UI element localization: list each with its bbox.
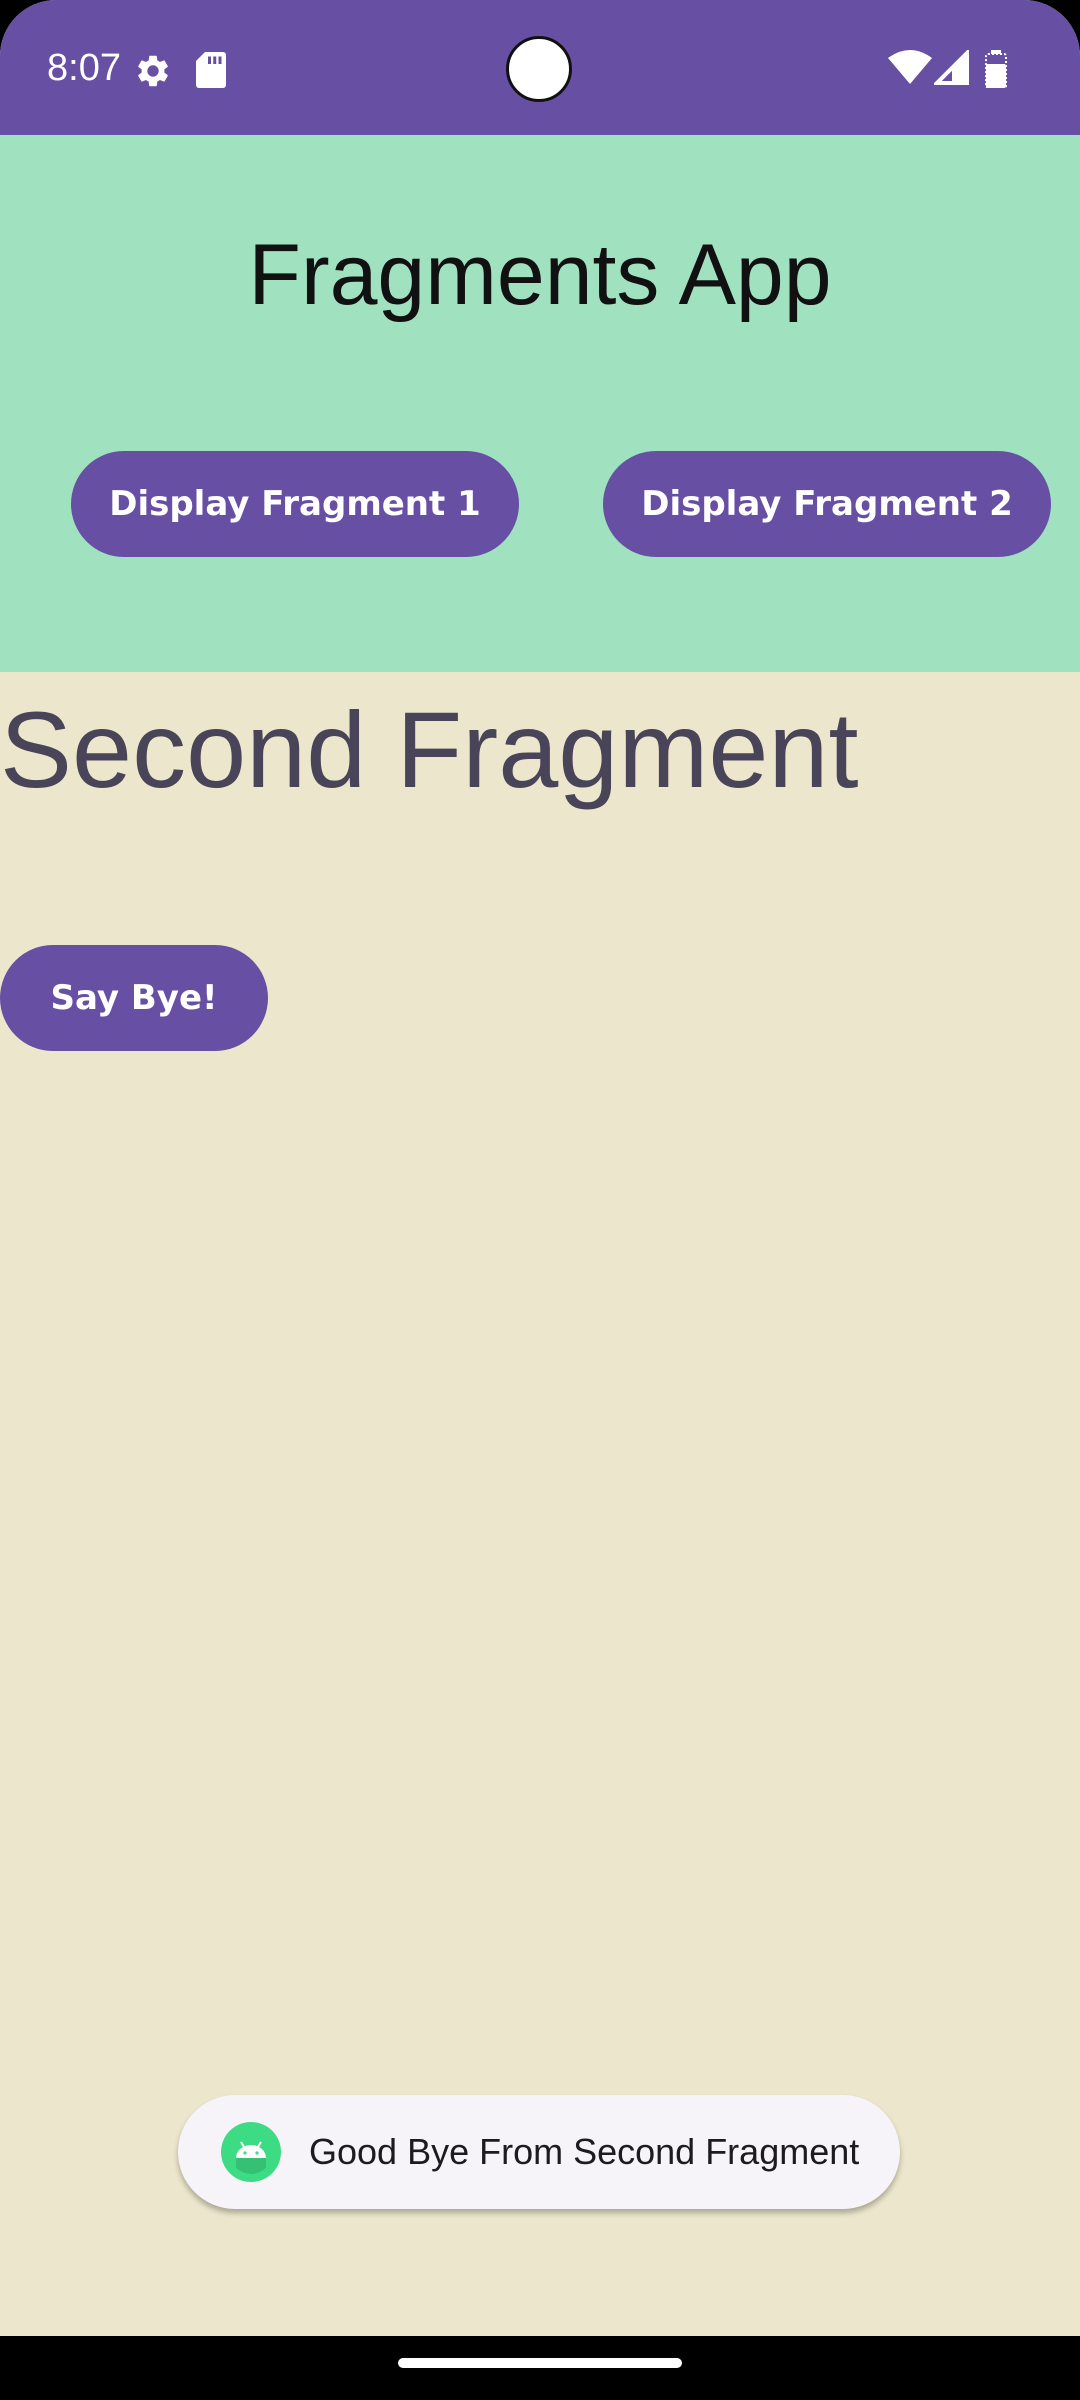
settings-gear-icon (138, 55, 168, 87)
camera-cutout (506, 36, 572, 102)
cell-signal-icon (934, 50, 969, 85)
fragment-title: Second Fragment (0, 689, 859, 810)
toast-text: Good Bye From Second Fragment (309, 2131, 860, 2172)
app-title: Fragments App (248, 227, 832, 323)
say-bye-button[interactable]: Say Bye! (0, 945, 268, 1051)
sd-card-icon (196, 52, 226, 88)
status-bar: 8:07 (0, 0, 1080, 135)
display-fragment-2-button[interactable]: Display Fragment 2 (603, 451, 1051, 557)
android-icon (221, 2122, 281, 2182)
navigation-bar (0, 2336, 1080, 2400)
home-gesture-handle[interactable] (398, 2358, 682, 2368)
wifi-icon (888, 50, 932, 84)
display-fragment-1-button[interactable]: Display Fragment 1 (71, 451, 519, 557)
app-header: Fragments App Display Fragment 1 Display… (0, 135, 1080, 672)
status-time: 8:07 (47, 47, 121, 89)
app-screen: 8:07 Fragments App Display Fragment 1 Di… (0, 0, 1080, 2400)
battery-icon (985, 50, 1007, 88)
toast-message: Good Bye From Second Fragment (178, 2095, 900, 2209)
